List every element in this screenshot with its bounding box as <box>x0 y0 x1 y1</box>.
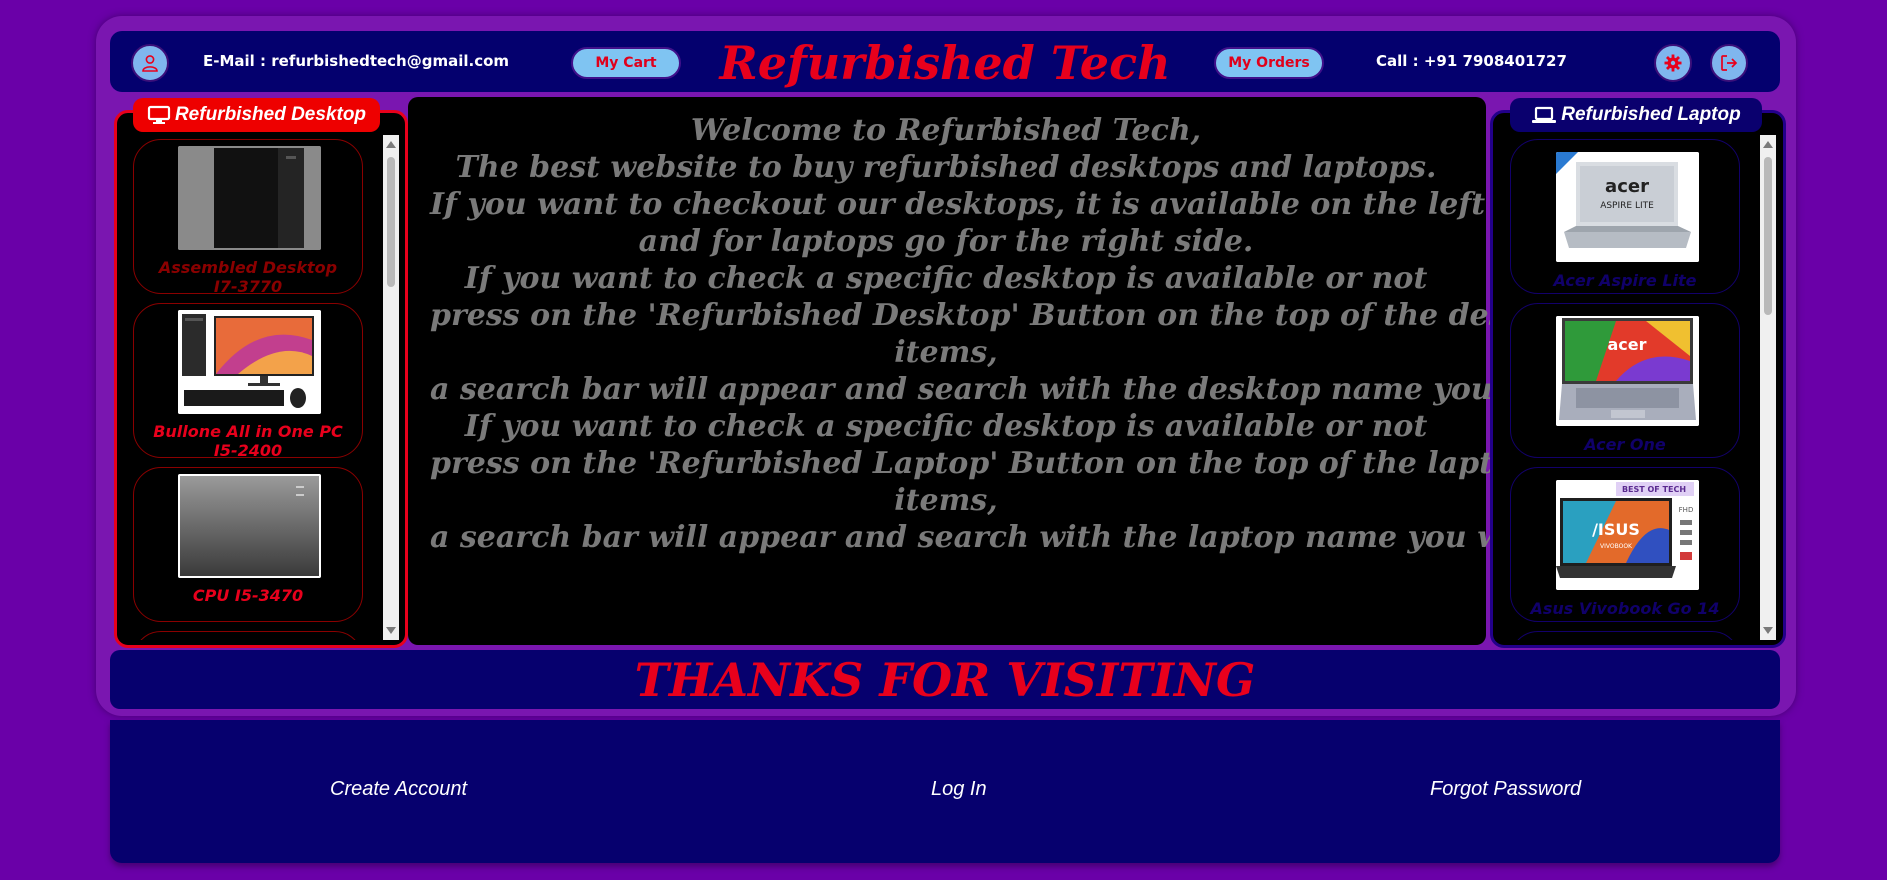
list-item[interactable]: CPU I5-3470 <box>133 467 363 622</box>
forgot-password-link[interactable]: Forgot Password <box>1430 778 1581 801</box>
scroll-down-icon[interactable] <box>386 627 396 634</box>
list-item[interactable] <box>1510 631 1740 640</box>
product-image <box>178 474 321 578</box>
logout-button[interactable] <box>1710 44 1748 82</box>
my-orders-button[interactable]: My Orders <box>1214 47 1324 79</box>
settings-button[interactable] <box>1654 44 1692 82</box>
refurbished-desktop-label: Refurbished Desktop <box>174 104 367 125</box>
scroll-up-icon[interactable] <box>386 141 396 148</box>
product-name: Bullone All in One PC I5-2400 <box>153 422 343 460</box>
list-item[interactable]: acer ASPIRE LITE Acer Aspire Lite <box>1510 139 1740 294</box>
product-name: Acer Aspire Lite <box>1553 271 1697 290</box>
product-image <box>178 146 321 250</box>
refurbished-desktop-button[interactable]: Refurbished Desktop <box>133 98 380 132</box>
product-image: acer <box>1556 316 1699 426</box>
welcome-line: and for laptops go for the right side. <box>638 224 1254 259</box>
welcome-line: a search bar will appear and search with… <box>430 520 1569 555</box>
product-name: CPU I5-3470 <box>192 586 304 605</box>
list-item[interactable]: Assembled Desktop I7-3770 <box>133 139 363 296</box>
list-item[interactable]: BEST OF TECH /ISUS VIVOBOOK FHD Asus Viv… <box>1510 467 1740 622</box>
create-account-link[interactable]: Create Account <box>330 778 467 801</box>
email-label: E-Mail : refurbishedtech@gmail.com <box>203 52 510 70</box>
desktop-list[interactable]: Assembled Desktop I7-3770 Bullone All in… <box>133 135 383 640</box>
site-title: Refurbished Tech <box>719 36 1171 90</box>
product-image: BEST OF TECH /ISUS VIVOBOOK FHD <box>1556 480 1699 590</box>
welcome-line: Welcome to Refurbished Tech, <box>690 113 1202 148</box>
welcome-line: If you want to checkout our desktops, it… <box>430 187 1564 222</box>
call-label: Call : +91 7908401727 <box>1376 52 1567 70</box>
list-item[interactable] <box>133 631 363 640</box>
refurbished-laptop-button[interactable]: Refurbished Laptop <box>1510 98 1762 132</box>
svg-text:/ISUS: /ISUS <box>1592 520 1640 539</box>
list-item[interactable]: acer Acer One <box>1510 303 1740 458</box>
welcome-line: If you want to check a specific desktop … <box>464 261 1428 296</box>
thanks-text: THANKS FOR VISITING <box>634 653 1256 707</box>
svg-text:acer: acer <box>1607 335 1646 354</box>
welcome-line: The best website to buy refurbished desk… <box>455 150 1437 185</box>
user-icon <box>142 55 158 72</box>
laptop-icon <box>1532 106 1557 123</box>
product-name: Assembled Desktop I7-3770 <box>158 258 338 296</box>
welcome-line: press on the 'Refurbished Desktop' Butto… <box>430 298 1582 333</box>
desktop-icon <box>147 105 171 124</box>
welcome-line: items, <box>894 335 998 370</box>
laptop-list[interactable]: acer ASPIRE LITE Acer Aspire Lite acer A… <box>1510 135 1760 640</box>
welcome-line: If you want to check a specific desktop … <box>464 409 1428 444</box>
profile-button[interactable] <box>131 44 169 82</box>
scroll-up-icon[interactable] <box>1763 141 1773 148</box>
my-cart-button[interactable]: My Cart <box>571 47 681 79</box>
refurbished-laptop-label: Refurbished Laptop <box>1561 104 1741 125</box>
logout-icon <box>1721 55 1738 71</box>
svg-text:acer: acer <box>1605 176 1649 197</box>
log-in-link[interactable]: Log In <box>931 778 987 801</box>
laptop-scrollbar[interactable] <box>1760 135 1776 640</box>
welcome-text: Welcome to Refurbished Tech, The best we… <box>430 112 1595 556</box>
svg-text:FHD: FHD <box>1679 506 1694 514</box>
scroll-thumb[interactable] <box>387 157 395 287</box>
gear-icon <box>1664 54 1682 72</box>
svg-text:BEST OF TECH: BEST OF TECH <box>1622 485 1686 494</box>
product-image: acer ASPIRE LITE <box>1556 152 1699 262</box>
product-image <box>178 310 321 414</box>
welcome-line: a search bar will appear and search with… <box>430 372 1595 407</box>
svg-text:ASPIRE LITE: ASPIRE LITE <box>1600 201 1654 211</box>
product-name: Acer One <box>1584 435 1666 454</box>
scroll-thumb[interactable] <box>1764 157 1772 315</box>
welcome-line: items, <box>894 483 998 518</box>
list-item[interactable]: Bullone All in One PC I5-2400 <box>133 303 363 460</box>
svg-text:VIVOBOOK: VIVOBOOK <box>1600 543 1633 550</box>
product-name: Asus Vivobook Go 14 <box>1530 599 1720 618</box>
thanks-banner: THANKS FOR VISITING <box>110 650 1780 709</box>
welcome-line: press on the 'Refurbished Laptop' Button… <box>430 446 1534 481</box>
scroll-down-icon[interactable] <box>1763 627 1773 634</box>
desktop-scrollbar[interactable] <box>383 135 399 640</box>
